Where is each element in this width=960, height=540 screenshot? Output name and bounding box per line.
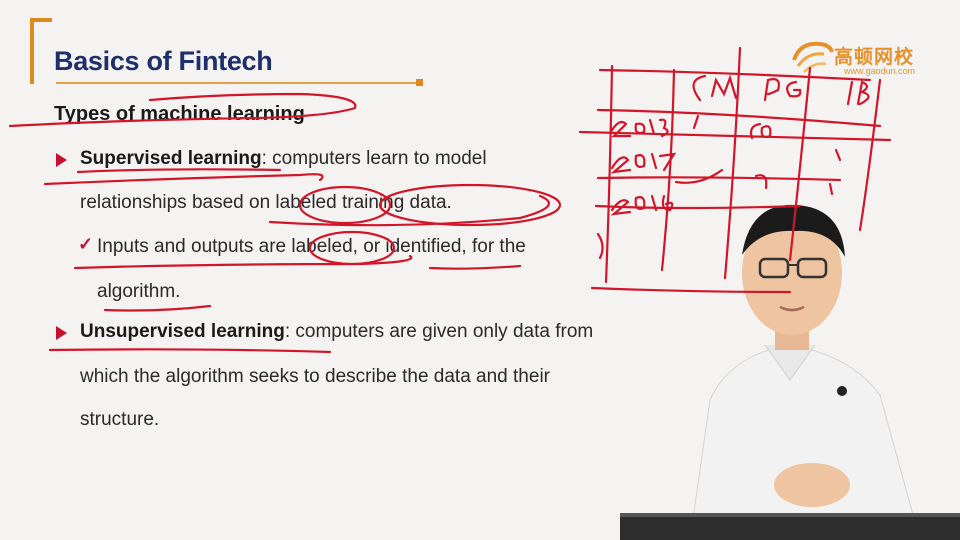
- check-icon: ✓: [78, 234, 94, 254]
- title-underline-dot: [416, 79, 423, 86]
- slide-title: Basics of Fintech: [54, 46, 273, 76]
- term-unsupervised: Unsupervised learning: [80, 321, 285, 342]
- term-supervised: Supervised learning: [80, 148, 262, 169]
- supervised-text-2: relationships based on labeled training …: [80, 192, 452, 213]
- unsupervised-text-2: which the algorithm seeks to describe th…: [80, 366, 550, 387]
- unsupervised-text-3: structure.: [80, 409, 160, 430]
- unsupervised-text-1: : computers are given only data from: [284, 321, 594, 342]
- title-underline: [56, 82, 420, 84]
- lecture-slide: Basics of Fintech 高顿网校 www.gaodun.com Ty…: [0, 0, 960, 540]
- supervised-sub-line1: Inputs and outputs are labeled, or ident…: [97, 236, 526, 257]
- bullet-supervised-line1: Supervised learning: computers learn to …: [80, 148, 487, 170]
- logo-swirl-icon: [792, 41, 834, 73]
- section-heading: Types of machine learning: [54, 103, 305, 125]
- supervised-sub-line2: algorithm.: [97, 281, 181, 302]
- logo-url: www.gaodun.com: [844, 66, 916, 76]
- presenter-figure: [620, 204, 960, 540]
- bullet-unsupervised-line1: Unsupervised learning: computers are giv…: [80, 321, 593, 343]
- logo-name: 高顿网校: [834, 46, 915, 68]
- bullet-arrow-icon: [56, 326, 67, 340]
- bullet-arrow-icon: [56, 153, 67, 167]
- title-bracket: [30, 18, 52, 84]
- supervised-text-1: : computers learn to model: [261, 148, 487, 169]
- brand-logo: 高顿网校 www.gaodun.com: [790, 36, 930, 80]
